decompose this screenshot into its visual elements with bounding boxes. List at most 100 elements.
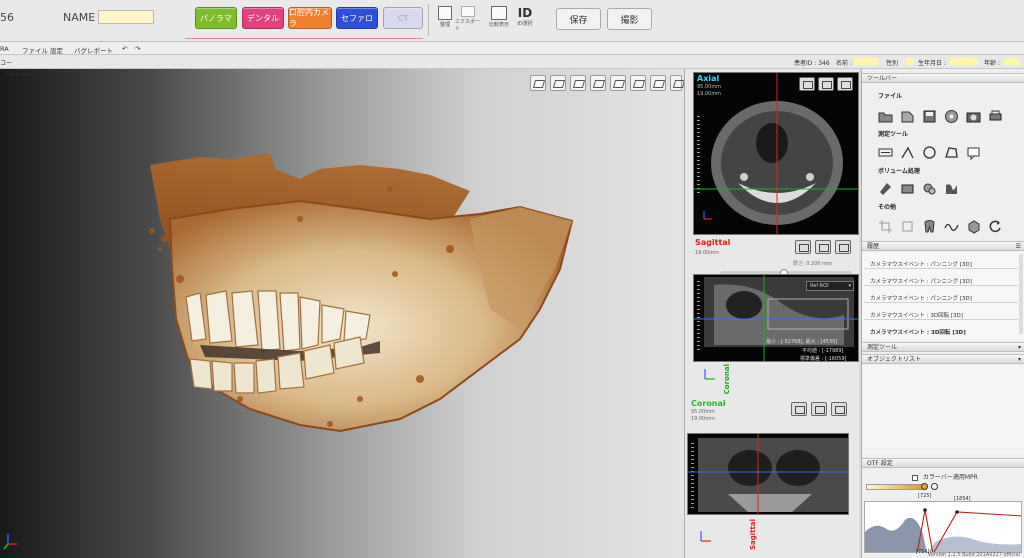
implant-icon[interactable]	[966, 219, 981, 234]
reset-icon[interactable]	[988, 219, 1003, 234]
patient-dob-field	[950, 58, 978, 65]
wave-icon[interactable]	[944, 219, 959, 234]
id-select-button[interactable]: ID ID選択	[513, 6, 537, 32]
burn-disc-icon[interactable]	[944, 109, 959, 124]
chevron-down-icon: ▾	[848, 283, 851, 289]
id-icon: ID	[517, 6, 533, 20]
circle-icon[interactable]	[922, 145, 937, 160]
undo-icon[interactable]: ↶	[122, 45, 127, 53]
crop-icon[interactable]	[878, 219, 893, 234]
sagittal-grid-icon[interactable]	[815, 240, 831, 254]
other-group-label: その他	[878, 204, 897, 211]
panorama-label: パノラマ	[200, 13, 232, 23]
otf-color-stop[interactable]	[921, 483, 928, 490]
history-section-header[interactable]: 履歴 ☰	[862, 241, 1024, 251]
coronal-pane[interactable]	[687, 433, 849, 515]
jaw-volume-render	[3, 153, 574, 550]
sagittal-pane[interactable]: Ref ROI ▾ 最小 : [-52768], 最大 : [4539] 平均値…	[693, 274, 859, 362]
measure-section-header[interactable]: 測定ツール ▾	[862, 342, 1024, 352]
object-list-section-header[interactable]: オブジェクトリスト ▾	[862, 354, 1024, 364]
history-item-selected[interactable]: カメラマウスイベント : 3D回転 [3D]	[870, 328, 966, 336]
otf-section-header[interactable]: OTF 設定	[862, 458, 1024, 468]
intraoral-camera-button[interactable]: 口腔内カメラ	[288, 7, 332, 29]
header-accent-line	[185, 38, 423, 39]
tooth-icon[interactable]	[922, 219, 937, 234]
menu-bar: RA ファイル 設定 バグレポート ↶ ↷	[0, 42, 1024, 55]
compare-view-label: 比較表示	[488, 22, 509, 28]
capture-button[interactable]: 撮影	[607, 8, 652, 30]
history-item[interactable]: カメラマウスイベント : パンニング [3D]	[870, 294, 972, 302]
panorama-button[interactable]: パノラマ	[195, 7, 237, 29]
history-item[interactable]: カメラマウスイベント : パンニング [3D]	[870, 277, 972, 285]
menu-bug-report[interactable]: バグレポート	[74, 45, 113, 55]
chevron-down-icon[interactable]: ▾	[1018, 355, 1021, 364]
intraoral-camera-label: 口腔内カメラ	[289, 8, 329, 28]
export-file-icon[interactable]	[900, 109, 915, 124]
roi-stddev: 標準偏差 : [-16059]	[800, 356, 847, 362]
angle-icon[interactable]	[900, 145, 915, 160]
colorbar-checkbox[interactable]	[912, 474, 918, 481]
organize-icon	[438, 6, 452, 20]
name-field[interactable]	[98, 10, 154, 24]
sagittal-title: Sagittal	[695, 238, 731, 247]
coronal-expand-icon[interactable]	[831, 402, 847, 416]
sagittal-expand-icon[interactable]	[835, 240, 851, 254]
compare-view-button[interactable]: 比較表示	[485, 6, 513, 32]
organize-label: 整理	[439, 22, 450, 28]
menu-file[interactable]: ファイル	[22, 45, 48, 55]
export-button[interactable]: エクスポート	[455, 6, 481, 32]
menu-settings[interactable]: 設定	[50, 45, 63, 55]
toolbar-section-header[interactable]: ツールバー	[862, 73, 1024, 83]
chevron-down-icon[interactable]: ▾	[1018, 343, 1021, 352]
sagittal-axes-icon	[704, 369, 715, 380]
dental-button[interactable]: デンタル	[242, 7, 284, 29]
id-select-label: ID選択	[517, 21, 533, 27]
otf-color-bar[interactable]	[866, 484, 924, 490]
patient-name-field	[854, 58, 878, 65]
slab-icon[interactable]	[900, 181, 915, 196]
history-item[interactable]: カメラマウスイベント : パンニング [3D]	[870, 260, 972, 268]
cephalo-button[interactable]: セファロ	[336, 7, 378, 29]
otf-histogram[interactable]	[864, 501, 1022, 553]
annotation-icon[interactable]	[966, 145, 981, 160]
rotate-icon[interactable]	[900, 219, 915, 234]
airway-icon[interactable]	[878, 181, 893, 196]
sculpt-icon[interactable]	[922, 181, 937, 196]
history-scrollbar[interactable]	[1019, 254, 1023, 334]
view-tab-partial[interactable]: コー	[0, 58, 12, 67]
save-button[interactable]: 保存	[556, 8, 601, 30]
open-folder-icon[interactable]	[878, 109, 893, 124]
curve-icon[interactable]	[944, 181, 959, 196]
measure-header-label: 測定ツール	[867, 344, 898, 351]
capture-label: 撮影	[620, 15, 639, 26]
patient-id: 患者ID : 346	[794, 60, 830, 67]
ct-label: CT	[397, 13, 409, 23]
ct-button[interactable]: CT	[383, 7, 423, 29]
patient-age-label: 年齢 :	[984, 60, 1000, 67]
ww-wl-icon[interactable]	[878, 145, 893, 160]
redo-icon[interactable]: ↷	[135, 45, 140, 53]
sagittal-subtitle: 19.00mm	[695, 250, 720, 256]
patient-name-label: 名前 :	[836, 60, 852, 67]
otf-color-stop[interactable]	[931, 483, 938, 490]
camera-icon[interactable]	[966, 109, 981, 124]
polygon-icon[interactable]	[944, 145, 959, 160]
coronal-grid-icon[interactable]	[811, 402, 827, 416]
mpr-column: Axial 95.00mm 19.00mm Sagittal 19.00mm 厚…	[684, 69, 859, 558]
list-menu-icon[interactable]: ☰	[1016, 242, 1021, 251]
name-label: NAME	[63, 11, 96, 24]
colorbar-checkbox-row[interactable]: カラーバー適用MPR	[912, 472, 978, 481]
print-icon[interactable]	[988, 109, 1003, 124]
colorbar-label: カラーバー適用MPR	[922, 474, 978, 481]
history-item[interactable]: カメラマウスイベント : 3D回転 [3D]	[870, 311, 963, 319]
coronal-layout-icon[interactable]	[791, 402, 807, 416]
save-disk-icon[interactable]	[922, 109, 937, 124]
top-header: 56 NAME パノラマ デンタル 口腔内カメラ セファロ CT 整理 エクスポ…	[0, 0, 1024, 42]
sagittal-layout-icon[interactable]	[795, 240, 811, 254]
volume-render-view[interactable]: x-x-x-x-x-x	[0, 69, 684, 558]
axial-pane[interactable]: Axial 95.00mm 19.00mm	[693, 72, 859, 235]
roi-dropdown[interactable]: Ref ROI ▾	[806, 281, 854, 291]
patient-sex-label: 性別	[886, 60, 899, 67]
patient-info-bar: コー 患者ID : 346 名前 : 性別 生年月日 : 年齢 :	[0, 55, 1024, 69]
export-icon	[461, 6, 475, 17]
